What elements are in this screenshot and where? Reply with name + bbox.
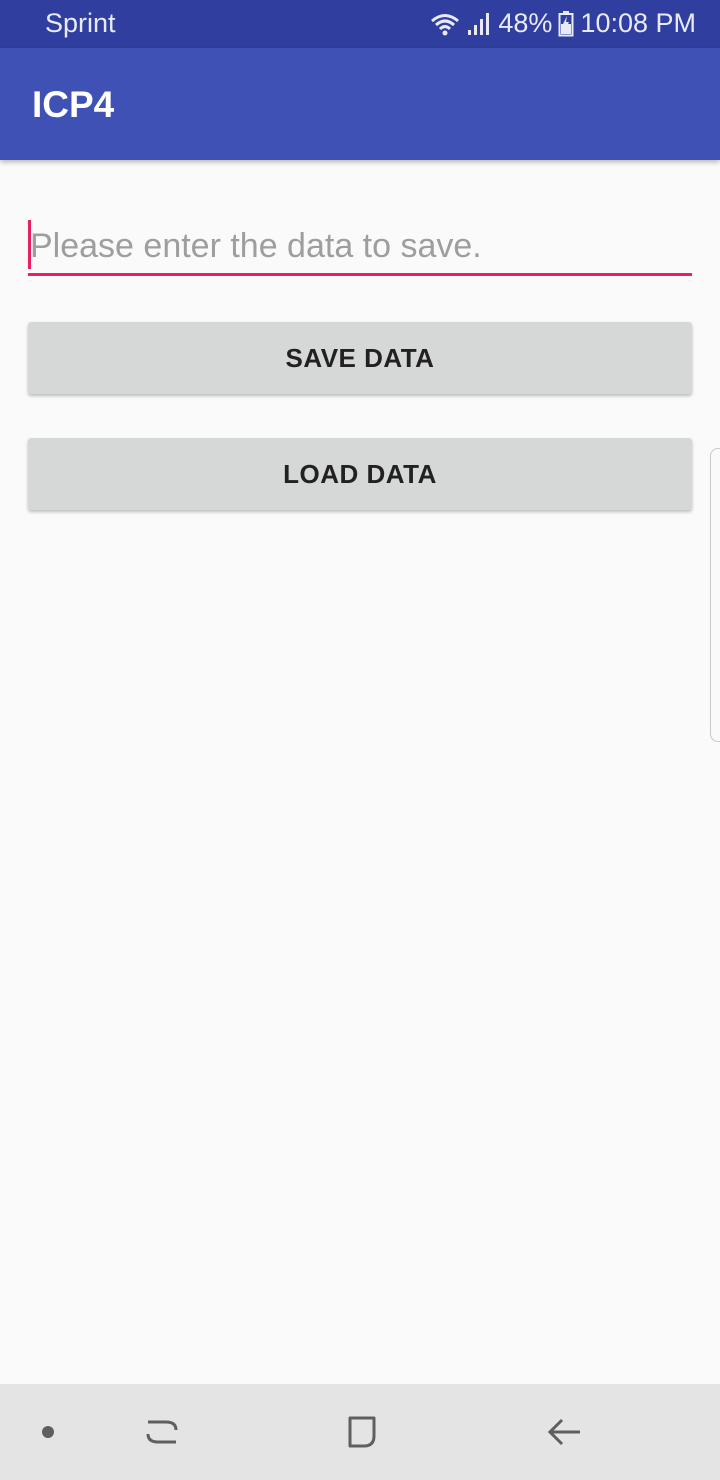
battery-charging-icon [558, 10, 574, 37]
battery-percent: 48% [498, 8, 553, 38]
home-icon[interactable] [334, 1404, 390, 1460]
carrier-name: Sprint [45, 8, 116, 38]
load-data-button[interactable]: LOAD DATA [28, 438, 692, 510]
app-bar: ICP4 [0, 48, 720, 160]
edge-panel-handle[interactable] [710, 448, 720, 742]
clock: 10:08 PM [580, 8, 696, 38]
dot-icon[interactable] [20, 1404, 76, 1460]
app-title: ICP4 [32, 84, 115, 125]
wifi-icon [430, 12, 460, 36]
status-bar: Sprint 48% 10:08 PM [0, 0, 720, 48]
data-input[interactable] [28, 220, 692, 276]
recent-apps-icon[interactable] [134, 1404, 190, 1460]
back-icon[interactable] [536, 1404, 592, 1460]
status-icons: 48% 10:08 PM [430, 8, 696, 39]
save-data-button[interactable]: SAVE DATA [28, 322, 692, 394]
navigation-bar [0, 1384, 720, 1480]
main-content: SAVE DATA LOAD DATA [0, 160, 720, 1384]
signal-icon [466, 12, 492, 36]
text-cursor [28, 220, 31, 269]
